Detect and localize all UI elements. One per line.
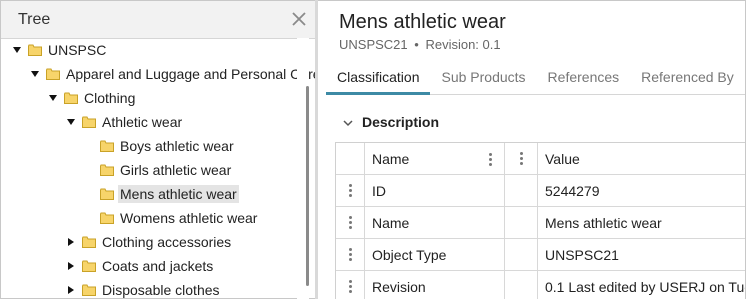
tree-item-label: Clothing xyxy=(84,90,136,106)
tree-item-label: Clothing accessories xyxy=(102,234,232,250)
object-id-label: UNSPSC21 xyxy=(339,37,408,52)
column-header-name[interactable]: Name xyxy=(365,143,505,174)
grid-rows: ID 5244279 Name Mens athletic wear Object Ty… xyxy=(336,175,745,299)
revision-label: Revision: 0.1 xyxy=(425,37,501,52)
tree-item[interactable]: Mens athletic wear xyxy=(84,183,239,205)
attribute-name: Revision xyxy=(365,271,505,299)
attribute-name: Name xyxy=(365,207,505,238)
caret-down-icon[interactable] xyxy=(30,69,40,79)
tree-title: Tree xyxy=(18,10,51,28)
section-title: Description xyxy=(362,114,440,130)
tree-header: Tree xyxy=(1,1,316,39)
tree-item-label: Athletic wear xyxy=(102,114,183,130)
attribute-value[interactable]: 0.1 Last edited by USERJ on Tue xyxy=(538,271,745,299)
row-empty-cell xyxy=(505,239,538,270)
attribute-value[interactable]: Mens athletic wear xyxy=(538,207,745,238)
column-menu-icon[interactable] xyxy=(519,152,523,165)
folder-icon xyxy=(28,44,42,56)
column-menu-icon[interactable] xyxy=(488,153,492,166)
drag-handle-icon[interactable] xyxy=(348,248,352,261)
tree-item[interactable]: Boys athletic wear xyxy=(84,135,236,157)
caret-down-icon[interactable] xyxy=(12,45,22,55)
caret-down-icon[interactable] xyxy=(48,93,58,103)
tree-scrollbar-thumb[interactable] xyxy=(306,86,309,286)
folder-icon xyxy=(82,116,96,128)
tree-item[interactable]: Clothing accessories xyxy=(66,231,233,253)
folder-icon xyxy=(82,284,96,296)
caret-right-icon[interactable] xyxy=(66,285,76,295)
grid-header-row: Name Value xyxy=(336,143,745,175)
table-row[interactable]: ID 5244279 xyxy=(336,175,745,207)
row-drag-handle[interactable] xyxy=(336,207,365,238)
header-handle-cell xyxy=(336,143,365,174)
tree-item[interactable]: Apparel and Luggage and Personal Care Pr… xyxy=(30,63,316,85)
folder-icon xyxy=(100,140,114,152)
row-drag-handle[interactable] xyxy=(336,271,365,299)
folder-icon xyxy=(82,236,96,248)
drag-handle-icon[interactable] xyxy=(348,184,352,197)
tab-bar: Classification Sub Products References R… xyxy=(326,59,745,95)
table-row[interactable]: Revision 0.1 Last edited by USERJ on Tue xyxy=(336,271,745,299)
description-grid: Name Value ID 5244279 Name Mens athletic we… xyxy=(335,142,745,299)
tree-item[interactable]: UNSPSC xyxy=(12,39,108,61)
attribute-name: Object Type xyxy=(365,239,505,270)
drag-handle-icon[interactable] xyxy=(348,216,352,229)
tree-item[interactable]: Athletic wear xyxy=(66,111,184,133)
tree-item-label: Apparel and Luggage and Personal Care Pr… xyxy=(66,66,316,82)
folder-icon xyxy=(46,68,60,80)
row-empty-cell xyxy=(505,175,538,206)
row-empty-cell xyxy=(505,271,538,299)
tree-item-label: Girls athletic wear xyxy=(120,162,232,178)
tab-sub-products[interactable]: Sub Products xyxy=(430,59,536,95)
attribute-value[interactable]: 5244279 xyxy=(538,175,745,206)
column-header-name-label: Name xyxy=(372,150,410,167)
table-row[interactable]: Name Mens athletic wear xyxy=(336,207,745,239)
folder-icon xyxy=(100,212,114,224)
row-empty-cell xyxy=(505,207,538,238)
caret-right-icon[interactable] xyxy=(66,237,76,247)
subtitle-separator: • xyxy=(414,37,419,52)
tree-item-label: Mens athletic wear xyxy=(118,185,239,203)
chevron-down-icon[interactable] xyxy=(342,116,354,128)
attribute-value[interactable]: UNSPSC21 xyxy=(538,239,745,270)
attribute-name: ID xyxy=(365,175,505,206)
column-header-value[interactable]: Value xyxy=(538,143,745,174)
tab-references[interactable]: References xyxy=(537,59,631,95)
tab-classification[interactable]: Classification xyxy=(326,59,431,95)
tree-item[interactable]: Disposable clothes xyxy=(66,279,222,298)
folder-icon xyxy=(100,188,114,200)
folder-icon xyxy=(100,164,114,176)
row-drag-handle[interactable] xyxy=(336,239,365,270)
table-row[interactable]: Object Type UNSPSC21 xyxy=(336,239,745,271)
tree-item-label: UNSPSC xyxy=(48,42,107,58)
row-drag-handle[interactable] xyxy=(336,175,365,206)
tree-item-label: Boys athletic wear xyxy=(120,138,234,154)
tree-body: UNSPSC Apparel and Luggage and Personal C… xyxy=(1,39,316,298)
tree-item[interactable]: Coats and jackets xyxy=(66,255,215,277)
page-title: Mens athletic wear xyxy=(339,11,506,33)
folder-icon xyxy=(82,260,96,272)
column-header-handle[interactable] xyxy=(505,143,538,174)
description-section-header[interactable]: Description xyxy=(342,114,439,130)
caret-down-icon[interactable] xyxy=(66,117,76,127)
tree-item-label: Womens athletic wear xyxy=(120,210,258,226)
drag-handle-icon[interactable] xyxy=(348,280,352,293)
tree-item[interactable]: Girls athletic wear xyxy=(84,159,233,181)
tab-referenced-by[interactable]: Referenced By xyxy=(630,59,745,95)
caret-right-icon[interactable] xyxy=(66,261,76,271)
folder-icon xyxy=(64,92,78,104)
tree-item[interactable]: Clothing xyxy=(48,87,137,109)
tree-item-label: Disposable clothes xyxy=(102,282,220,298)
page-subtitle: UNSPSC21 • Revision: 0.1 xyxy=(339,37,501,52)
tree-item-label: Coats and jackets xyxy=(102,258,214,274)
tree-item[interactable]: Womens athletic wear xyxy=(84,207,259,229)
tree-panel: Tree UNSPSC Apparel and Luggage and Perso… xyxy=(0,0,316,299)
detail-panel: Mens athletic wear UNSPSC21 • Revision: … xyxy=(318,0,746,299)
close-icon[interactable] xyxy=(290,10,308,28)
